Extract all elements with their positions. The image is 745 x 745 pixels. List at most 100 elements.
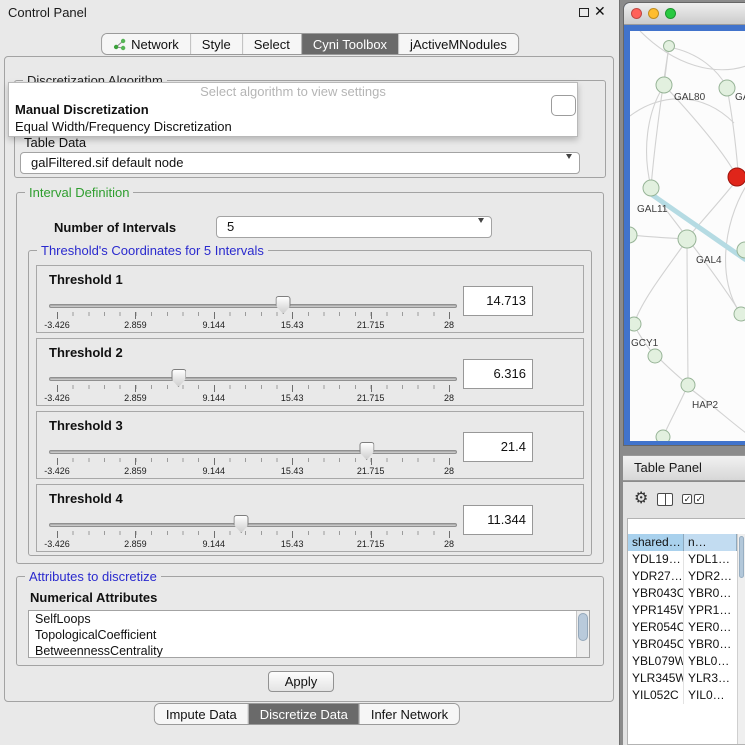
close-traffic-light-icon[interactable]: [631, 8, 642, 19]
network-window-titlebar[interactable]: [624, 3, 745, 25]
minimize-traffic-light-icon[interactable]: [648, 8, 659, 19]
columns-icon[interactable]: [657, 493, 673, 506]
table-row[interactable]: YLR345W YLR3…: [628, 670, 737, 687]
table-row[interactable]: YBL079W YBL0…: [628, 653, 737, 670]
cell[interactable]: YBR0…: [684, 585, 737, 602]
cell[interactable]: YBR043C: [628, 585, 684, 602]
table-row[interactable]: YER054C YER0…: [628, 619, 737, 636]
tab-jactivemnodules[interactable]: jActiveMNodules: [398, 34, 518, 54]
algorithm-dropdown-popup: Select algorithm to view settings Manual…: [8, 82, 578, 137]
major-tick: [57, 312, 58, 319]
list-item[interactable]: BetweennessCentrality: [29, 643, 589, 658]
checkbox-icon[interactable]: ✓: [682, 494, 692, 504]
threshold-value-field[interactable]: 21.4: [463, 432, 533, 462]
tab-label: Style: [202, 37, 231, 52]
cell[interactable]: YLR3…: [684, 670, 737, 687]
network-icon: [113, 38, 126, 51]
table-scrollbar[interactable]: [737, 534, 745, 744]
table-row[interactable]: YBR043C YBR0…: [628, 585, 737, 602]
tab-style[interactable]: Style: [190, 34, 242, 54]
graph-node[interactable]: [643, 180, 659, 196]
slider-scale: -3.4262.8599.14415.4321.71528: [57, 312, 449, 334]
table-row[interactable]: YDL19… YDL1…: [628, 551, 737, 568]
graph-node[interactable]: [681, 378, 695, 392]
slider-track[interactable]: [49, 450, 457, 454]
scrollbar-thumb[interactable]: [739, 536, 744, 578]
zoom-traffic-light-icon[interactable]: [665, 8, 676, 19]
cell[interactable]: YDR2…: [684, 568, 737, 585]
table-row[interactable]: YIL052C YIL0…: [628, 687, 737, 704]
graph-node[interactable]: [678, 230, 696, 248]
scrollbar-thumb[interactable]: [578, 613, 588, 641]
threshold-slider[interactable]: -3.4262.8599.14415.4321.71528: [57, 515, 449, 551]
cell[interactable]: YBL0…: [684, 653, 737, 670]
list-item[interactable]: SelfLoops: [29, 611, 589, 627]
tab-label: jActiveMNodules: [410, 37, 507, 52]
cell[interactable]: YDL1…: [684, 551, 737, 568]
dropdown-option-equal-width-frequency[interactable]: Equal Width/Frequency Discretization: [9, 118, 577, 135]
node-label: GAL11: [637, 204, 668, 215]
threshold-value-field[interactable]: 6.316: [463, 359, 533, 389]
cell[interactable]: YIL0…: [684, 687, 737, 704]
slider-track[interactable]: [49, 523, 457, 527]
network-canvas[interactable]: GAL80 GA GAL11 GAL4 GCY1 HAP2: [630, 31, 745, 441]
gear-icon[interactable]: ⚙: [634, 491, 648, 507]
threshold-slider[interactable]: -3.4262.8599.14415.4321.71528: [57, 369, 449, 405]
tab-label: Network: [131, 37, 179, 52]
table-data-combo[interactable]: galFiltered.sif default node: [20, 152, 580, 174]
graph-node[interactable]: [734, 307, 745, 321]
tab-infer-network[interactable]: Infer Network: [359, 704, 459, 724]
column-header-shared-name[interactable]: shared…: [628, 534, 684, 551]
close-icon[interactable]: ✕: [594, 3, 606, 20]
attributes-scrollbar[interactable]: [576, 611, 589, 657]
algorithm-combo-arrow-button[interactable]: [551, 95, 576, 116]
cell[interactable]: YER054C: [628, 619, 684, 636]
graph-node[interactable]: [656, 77, 672, 93]
threshold-value-field[interactable]: 14.713: [463, 286, 533, 316]
tab-select[interactable]: Select: [242, 34, 301, 54]
major-tick: [57, 385, 58, 392]
cell[interactable]: YPR145W: [628, 602, 684, 619]
float-window-icon[interactable]: [579, 8, 589, 17]
list-item[interactable]: TopologicalCoefficient: [29, 627, 589, 643]
graph-node[interactable]: [719, 80, 735, 96]
graph-node[interactable]: [648, 349, 662, 363]
dropdown-option-manual-discretization[interactable]: Manual Discretization: [9, 101, 577, 118]
number-of-intervals-combo[interactable]: 5: [216, 216, 492, 238]
threshold-slider[interactable]: -3.4262.8599.14415.4321.71528: [57, 442, 449, 478]
graph-node-selected[interactable]: [728, 168, 745, 186]
cell[interactable]: YDR27…: [628, 568, 684, 585]
slider-track[interactable]: [49, 304, 457, 308]
column-header-name[interactable]: n…: [684, 534, 737, 551]
cell[interactable]: YBR0…: [684, 636, 737, 653]
threshold-slider[interactable]: -3.4262.8599.14415.4321.71528: [57, 296, 449, 332]
graph-node[interactable]: [630, 227, 637, 243]
tab-discretize-data[interactable]: Discretize Data: [248, 704, 359, 724]
tick-label: 2.859: [124, 539, 147, 549]
graph-node[interactable]: [664, 41, 675, 52]
graph-node[interactable]: [656, 430, 670, 441]
checkbox-icon[interactable]: ✓: [694, 494, 704, 504]
tab-cyni-toolbox[interactable]: Cyni Toolbox: [301, 34, 398, 54]
cell[interactable]: YBL079W: [628, 653, 684, 670]
table-row[interactable]: YPR145W YPR1…: [628, 602, 737, 619]
tab-impute-data[interactable]: Impute Data: [155, 704, 248, 724]
table-row[interactable]: YBR045C YBR0…: [628, 636, 737, 653]
cell[interactable]: YDL19…: [628, 551, 684, 568]
slider-track[interactable]: [49, 377, 457, 381]
cell[interactable]: YPR1…: [684, 602, 737, 619]
tab-network[interactable]: Network: [102, 34, 190, 54]
control-panel-window: Control Panel ✕ Network Style Select Cyn…: [0, 0, 620, 745]
attributes-list[interactable]: SelfLoops TopologicalCoefficient Between…: [28, 610, 590, 658]
tick-label: 9.144: [203, 393, 226, 403]
cell[interactable]: YIL052C: [628, 687, 684, 704]
graph-node[interactable]: [630, 317, 641, 331]
cell[interactable]: YER0…: [684, 619, 737, 636]
apply-button[interactable]: Apply: [268, 671, 334, 692]
table-row[interactable]: YDR27… YDR2…: [628, 568, 737, 585]
numerical-attributes-heading: Numerical Attributes: [30, 590, 157, 605]
threshold-value-field[interactable]: 11.344: [463, 505, 533, 535]
thresholds-group-title: Threshold's Coordinates for 5 Intervals: [37, 243, 268, 258]
cell[interactable]: YBR045C: [628, 636, 684, 653]
cell[interactable]: YLR345W: [628, 670, 684, 687]
